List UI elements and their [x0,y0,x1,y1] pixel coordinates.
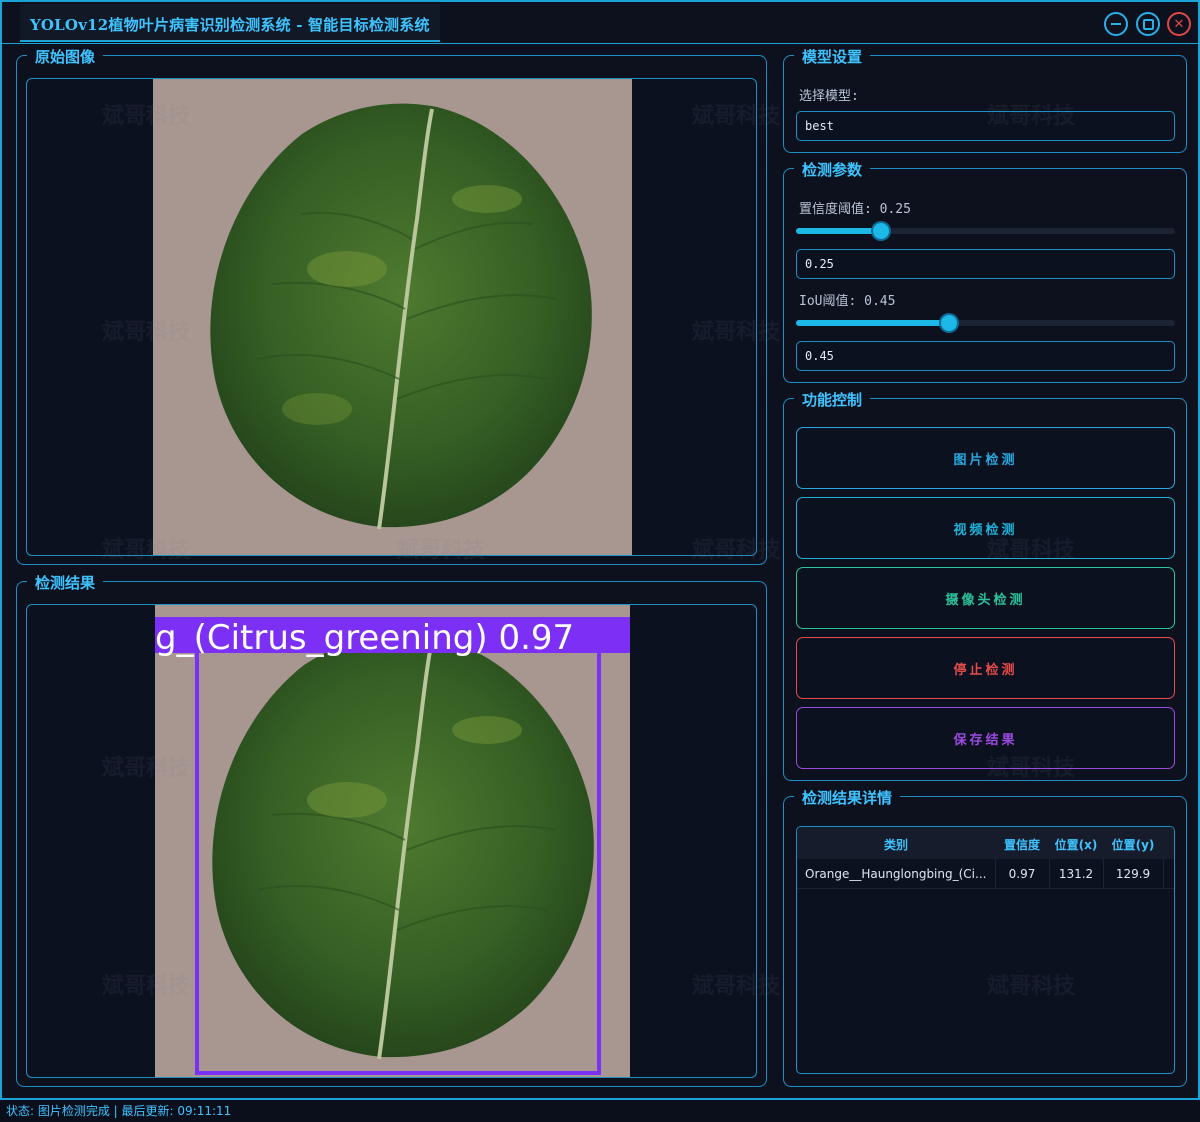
maximize-icon [1142,18,1154,30]
column-header-y[interactable]: 位置(y) [1103,836,1163,853]
watermark: 斌哥科技 [987,538,1076,563]
title-bar[interactable]: YOLOv12植物叶片病害识别检测系统 - 智能目标检测系统 ✕ [2,2,1198,44]
result-image-frame: g_(Citrus_greening) 0.97 [26,604,757,1078]
column-header-x[interactable]: 位置(x) [1049,836,1103,853]
function-control-title: 功能控制 [794,389,871,410]
result-image-title: 检测结果 [27,572,104,593]
result-details-title: 检测结果详情 [794,787,901,808]
watermark: 斌哥科技 [102,974,191,999]
detection-label: g_(Citrus_greening) 0.97 [155,618,574,658]
iou-slider[interactable] [796,315,1175,331]
confidence-slider-handle[interactable] [872,223,889,239]
watermark: 斌哥科技 [102,756,191,781]
close-icon: ✕ [1173,16,1185,32]
confidence-slider[interactable] [796,223,1175,239]
model-select[interactable]: best [796,111,1175,141]
stop-detect-button[interactable]: 停止检测 [796,637,1175,699]
watermark: 斌哥科技 [987,756,1076,781]
minimize-icon [1111,23,1121,25]
column-header-confidence[interactable]: 置信度 [995,836,1049,853]
confidence-label: 置信度阈值: 0.25 [799,202,911,217]
app-window: YOLOv12植物叶片病害识别检测系统 - 智能目标检测系统 ✕ 原始图像 检测… [0,0,1200,1100]
original-image-title: 原始图像 [27,46,104,67]
table-divider [995,859,996,889]
column-header-class[interactable]: 类别 [797,836,995,853]
watermark: 斌哥科技 [102,538,191,563]
model-select-label: 选择模型: [799,89,859,104]
watermark: 斌哥科技 [987,104,1076,129]
status-bar: 状态: 图片检测完成 | 最后更新: 09:11:11 [0,1100,1200,1122]
cell-x: 131.2 [1058,867,1094,881]
watermark: 斌哥科技 [692,974,781,999]
cell-confidence: 0.97 [1008,867,1036,881]
watermark: 斌哥科技 [692,320,781,345]
cell-class: Orange__Haunglongbing_(Ci... [805,867,987,881]
watermark: 斌哥科技 [987,974,1076,999]
iou-slider-fill [796,320,949,326]
confidence-slider-fill [796,228,881,234]
window-title: YOLOv12植物叶片病害识别检测系统 - 智能目标检测系统 [30,16,430,34]
result-leaf-image: g_(Citrus_greening) 0.97 [155,605,630,1077]
minimize-button[interactable] [1104,12,1128,36]
camera-detect-button[interactable]: 摄像头检测 [796,567,1175,629]
watermark: 斌哥科技 [397,538,486,563]
image-detect-button[interactable]: 图片检测 [796,427,1175,489]
iou-input[interactable]: 0.45 [796,341,1175,371]
confidence-input[interactable]: 0.25 [796,249,1175,279]
detection-params-title: 检测参数 [794,159,871,180]
table-divider [1049,859,1050,889]
close-button[interactable]: ✕ [1167,12,1191,36]
table-row[interactable]: Orange__Haunglongbing_(Ci... 0.97 131.2 … [797,859,1174,889]
watermark: 斌哥科技 [102,320,191,345]
table-header: 类别 置信度 位置(x) 位置(y) [797,827,1174,859]
watermark: 斌哥科技 [102,104,191,129]
result-details-table[interactable]: 类别 置信度 位置(x) 位置(y) Orange__Haunglongbing… [796,826,1175,1074]
table-divider [1163,859,1164,889]
save-result-button[interactable]: 保存结果 [796,707,1175,769]
model-settings-title: 模型设置 [794,46,871,67]
table-divider [1103,859,1104,889]
watermark: 斌哥科技 [692,104,781,129]
video-detect-button[interactable]: 视频检测 [796,497,1175,559]
watermark: 斌哥科技 [692,538,781,563]
iou-label: IoU阈值: 0.45 [799,294,896,309]
iou-slider-handle[interactable] [940,315,957,331]
cell-y: 129.9 [1115,867,1151,881]
maximize-button[interactable] [1136,12,1160,36]
